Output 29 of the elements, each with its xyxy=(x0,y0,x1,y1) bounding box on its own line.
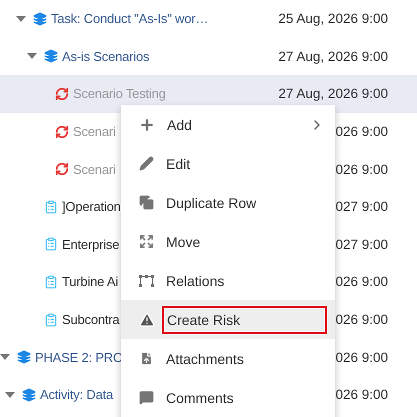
row-date: 026 9:00 xyxy=(335,387,388,402)
menu-label: Comments xyxy=(165,388,235,408)
row-name: Enterprise xyxy=(62,236,120,252)
row-name: Activity: Data xyxy=(40,387,114,402)
row-name: Task: Conduct "As-Is" wor… xyxy=(51,11,208,26)
row-name: Scenari xyxy=(73,124,116,140)
row-date: 026 9:00 xyxy=(335,350,388,365)
row-date: 026 9:00 xyxy=(335,162,388,177)
row-date: 026 9:00 xyxy=(335,312,388,328)
row-name: Scenario Testing xyxy=(73,86,166,102)
menu-label: Relations xyxy=(165,272,226,290)
row-date: 27 Aug, 2026 9:00 xyxy=(278,48,388,64)
row-date: 25 Aug, 2026 9:00 xyxy=(278,11,388,26)
menu-label: Edit xyxy=(165,154,192,174)
menu-label: Add xyxy=(166,116,193,134)
row-name: ]Operation xyxy=(62,199,121,214)
menu-label: Move xyxy=(165,232,202,252)
row-name: Turbine Ai xyxy=(62,274,118,290)
row-date: 27 Aug, 2026 9:00 xyxy=(278,86,388,102)
menu-label: Duplicate Row xyxy=(165,194,258,213)
row-date: 027 9:00 xyxy=(335,236,388,252)
row-name: As-is Scenarios xyxy=(62,48,150,64)
row-name: Subcontra xyxy=(62,312,120,328)
menu-label: Create Risk xyxy=(164,308,325,332)
menu-label: Attachments xyxy=(165,350,245,368)
row-date: 026 9:00 xyxy=(335,274,388,290)
row-date: 027 9:00 xyxy=(335,199,388,214)
row-date: 026 9:00 xyxy=(335,124,388,140)
row-name: Scenari xyxy=(73,162,116,177)
